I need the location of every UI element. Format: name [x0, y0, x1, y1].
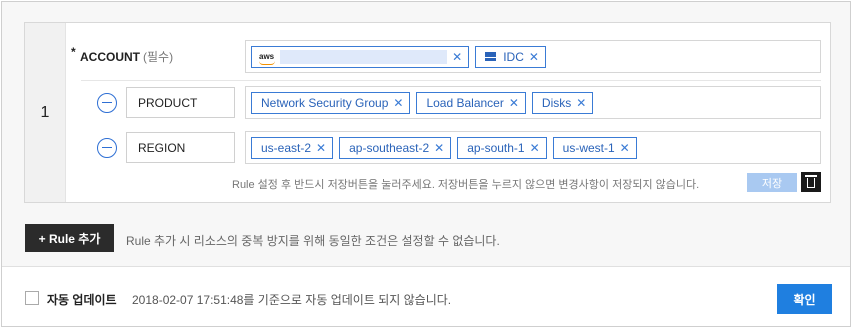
aws-logo-icon: aws	[259, 52, 275, 65]
remove-tag-icon[interactable]: ✕	[509, 96, 519, 110]
remove-tag-icon[interactable]: ✕	[452, 50, 462, 64]
product-tag-field[interactable]: Network Security Group ✕ Load Balancer ✕ D…	[245, 86, 821, 119]
save-button[interactable]: 저장	[747, 173, 797, 192]
trash-icon	[805, 175, 817, 188]
account-tag-field[interactable]: aws ✕ IDC ✕	[245, 40, 821, 73]
remove-tag-icon[interactable]: ✕	[316, 141, 326, 155]
add-rule-note: Rule 추가 시 리소스의 중복 방지를 위해 동일한 조건은 설정할 수 없…	[126, 234, 500, 248]
delete-rule-button[interactable]	[801, 172, 821, 192]
account-label: * ACCOUNT (필수)	[71, 45, 174, 65]
rule-card: 1 * ACCOUNT (필수) aws ✕ IDC ✕ PRODUCT Net…	[24, 22, 831, 203]
remove-tag-icon[interactable]: ✕	[529, 50, 539, 64]
rule-editor-area: 1 * ACCOUNT (필수) aws ✕ IDC ✕ PRODUCT Net…	[2, 2, 850, 266]
save-hint-text: Rule 설정 후 반드시 저장버튼을 눌러주세요. 저장버튼을 누르지 않으면…	[232, 179, 700, 191]
remove-tag-icon[interactable]: ✕	[530, 141, 540, 155]
region-tag-field[interactable]: us-east-2 ✕ ap-southeast-2 ✕ ap-south-1 ✕ u…	[245, 131, 821, 164]
condition-tag: Network Security Group ✕	[251, 91, 411, 114]
condition-key-region[interactable]: REGION	[126, 132, 235, 163]
condition-key-product[interactable]: PRODUCT	[126, 87, 235, 118]
remove-tag-icon[interactable]: ✕	[434, 141, 444, 155]
divider	[2, 266, 850, 267]
account-tag-idc: IDC ✕	[475, 45, 546, 68]
tag-label: IDC	[503, 49, 524, 64]
account-label-text: ACCOUNT	[80, 50, 140, 64]
rule-settings-panel: 1 * ACCOUNT (필수) aws ✕ IDC ✕ PRODUCT Net…	[1, 1, 851, 327]
auto-update-checkbox[interactable]	[25, 291, 39, 305]
condition-tag: ap-south-1 ✕	[457, 136, 547, 159]
required-mark: *	[71, 45, 76, 59]
condition-tag: ap-southeast-2 ✕	[339, 136, 452, 159]
auto-update-note: 2018-02-07 17:51:48를 기준으로 자동 업데이트 되지 않습니…	[132, 293, 452, 307]
remove-tag-icon[interactable]: ✕	[393, 96, 403, 110]
required-text: (필수)	[143, 50, 174, 64]
server-icon	[485, 52, 497, 61]
add-rule-button[interactable]: + Rule 추가	[25, 224, 114, 252]
divider	[81, 80, 821, 81]
confirm-button[interactable]: 확인	[777, 284, 832, 314]
condition-tag: Load Balancer ✕	[416, 91, 526, 114]
remove-tag-icon[interactable]: ✕	[620, 141, 630, 155]
masked-account-name	[280, 49, 448, 64]
condition-tag: Disks ✕	[531, 91, 594, 114]
remove-tag-icon[interactable]: ✕	[576, 96, 586, 110]
condition-tag: us-east-2 ✕	[251, 136, 334, 159]
remove-condition-icon[interactable]	[97, 93, 117, 113]
auto-update-label: 자동 업데이트	[47, 293, 117, 307]
condition-tag: us-west-1 ✕	[552, 136, 637, 159]
rule-number: 1	[25, 23, 66, 202]
account-tag-aws: aws ✕	[251, 45, 470, 68]
remove-condition-icon[interactable]	[97, 138, 117, 158]
